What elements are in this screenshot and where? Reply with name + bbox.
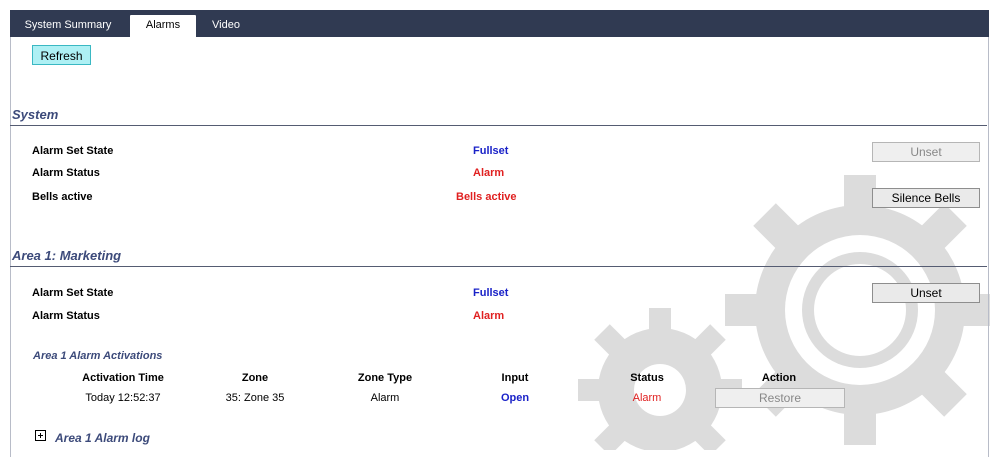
restore-button[interactable]: Restore <box>715 388 845 408</box>
section-divider <box>10 266 987 267</box>
system-alarm-status-value: Alarm <box>473 167 505 179</box>
cell-zone-type: Alarm <box>370 392 400 404</box>
plus-box-icon[interactable] <box>35 430 46 441</box>
area1-alarm-status-label: Alarm Status <box>32 310 100 322</box>
area1-alarm-log-title[interactable]: Area 1 Alarm log <box>55 431 150 445</box>
silence-bells-button[interactable]: Silence Bells <box>872 188 980 208</box>
system-alarm-status-label: Alarm Status <box>32 167 100 179</box>
system-bells-active-label: Bells active <box>32 191 93 203</box>
system-bells-active-value: Bells active <box>456 191 517 203</box>
system-unset-button[interactable]: Unset <box>872 142 980 162</box>
section-divider <box>10 125 987 126</box>
tab-alarms[interactable]: Alarms <box>130 15 196 37</box>
column-header-zone-type: Zone Type <box>357 372 413 384</box>
column-header-action: Action <box>761 372 797 384</box>
tab-video[interactable]: Video <box>204 15 248 37</box>
tab-system-summary[interactable]: System Summary <box>16 15 120 37</box>
area1-activations-title: Area 1 Alarm Activations <box>33 350 163 362</box>
system-alarm-set-state-value: Fullset <box>473 145 509 157</box>
system-alarm-set-state-label: Alarm Set State <box>32 145 114 157</box>
column-header-activation-time: Activation Time <box>82 372 164 384</box>
cell-status: Alarm <box>632 392 662 404</box>
cell-zone: 35: Zone 35 <box>225 392 285 404</box>
area1-alarm-set-state-label: Alarm Set State <box>32 287 114 299</box>
column-header-status: Status <box>630 372 664 384</box>
cell-input: Open <box>500 392 530 404</box>
section-title-area1: Area 1: Marketing <box>12 248 122 263</box>
area1-unset-button[interactable]: Unset <box>872 283 980 303</box>
column-header-input: Input <box>501 372 529 384</box>
area1-alarm-status-value: Alarm <box>473 310 505 322</box>
tab-bar: System Summary Alarms Video <box>10 10 989 37</box>
refresh-button[interactable]: Refresh <box>32 45 91 65</box>
cell-activation-time: Today 12:52:37 <box>85 392 161 404</box>
section-title-system: System <box>12 107 59 122</box>
column-header-zone: Zone <box>241 372 269 384</box>
area1-alarm-set-state-value: Fullset <box>473 287 509 299</box>
